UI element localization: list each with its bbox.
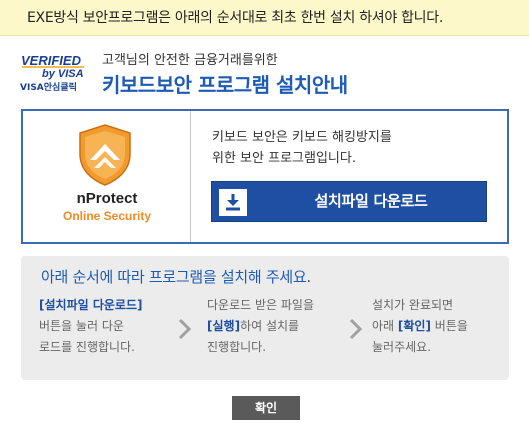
header-subtitle: 고객님의 안전한 금융거래를위한 [102,53,278,68]
step-3: 설치가 완료되면 아래 [확인] 버튼을 눌러주세요. [372,295,468,358]
step-2-line2-rest: 하여 설치를 [240,319,300,333]
nprotect-shield-icon [78,124,132,186]
step-2-highlight: [실행] [207,319,241,333]
step-1-line2: 버튼을 눌러 다운 [39,319,124,333]
page-title: 키보드보안 프로그램 설치안내 [102,73,348,97]
install-notice-banner: EXE방식 보안프로그램은 아래의 순서대로 최초 한번 설치 하셔야 합니다. [0,0,529,36]
step-3-line3: 눌러주세요. [372,340,432,354]
step-1: [설치파일 다운로드] 버튼을 눌러 다운 로드를 진행합니다. [39,295,142,358]
product-description: 키보드 보안은 키보드 해킹방지를 위한 보안 프로그램입니다. [212,127,492,169]
visa-logo-line2: by VISA [42,68,84,80]
verified-by-visa-logo: VERIFIED by VISA VISA안심클릭 [20,50,90,94]
download-button-label: 설치파일 다운로드 [314,192,428,210]
product-description-line1: 키보드 보안은 키보드 해킹방지를 [212,130,392,145]
steps-title: 아래 순서에 따라 프로그램을 설치해 주세요. [41,268,311,286]
step-2-line3: 진행합니다. [207,340,267,354]
visa-logo-line1: VERIFIED [21,53,82,68]
chevron-right-icon [349,318,363,340]
download-icon [219,189,247,216]
install-steps-box: 아래 순서에 따라 프로그램을 설치해 주세요. [설치파일 다운로드] 버튼을… [21,256,509,380]
confirm-button[interactable]: 확인 [232,396,300,420]
install-notice-text: EXE방식 보안프로그램은 아래의 순서대로 최초 한번 설치 하셔야 합니다. [27,10,443,26]
step-3-line2-pre: 아래 [372,319,398,333]
step-1-line3: 로드를 진행합니다. [39,340,135,354]
step-3-line2: 아래 [확인] 버튼을 [372,316,468,337]
download-installer-button[interactable]: 설치파일 다운로드 [211,181,487,222]
product-info-box: nProtect Online Security 키보드 보안은 키보드 해킹방… [21,109,509,244]
visa-logo-line3: VISA안심클릭 [20,81,77,93]
step-3-line2-rest: 버튼을 [430,319,468,333]
nprotect-brand-panel: nProtect Online Security [23,111,191,242]
step-3-line1: 설치가 완료되면 [372,298,454,312]
product-description-line2: 위한 보안 프로그램입니다. [212,151,356,166]
step-2-line1: 다운로드 받은 파일을 [207,298,314,312]
nprotect-brand-name: nProtect [76,190,138,207]
chevron-right-icon [178,318,192,340]
page-header: VERIFIED by VISA VISA안심클릭 고객님의 안전한 금융거래를… [20,46,510,102]
step-3-highlight: [확인] [397,319,431,333]
step-2-line2: [실행]하여 설치를 [207,316,314,337]
nprotect-brand-sub: Online Security [62,209,152,223]
step-1-line1: [설치파일 다운로드] [39,298,143,312]
step-2: 다운로드 받은 파일을 [실행]하여 설치를 진행합니다. [207,295,314,358]
